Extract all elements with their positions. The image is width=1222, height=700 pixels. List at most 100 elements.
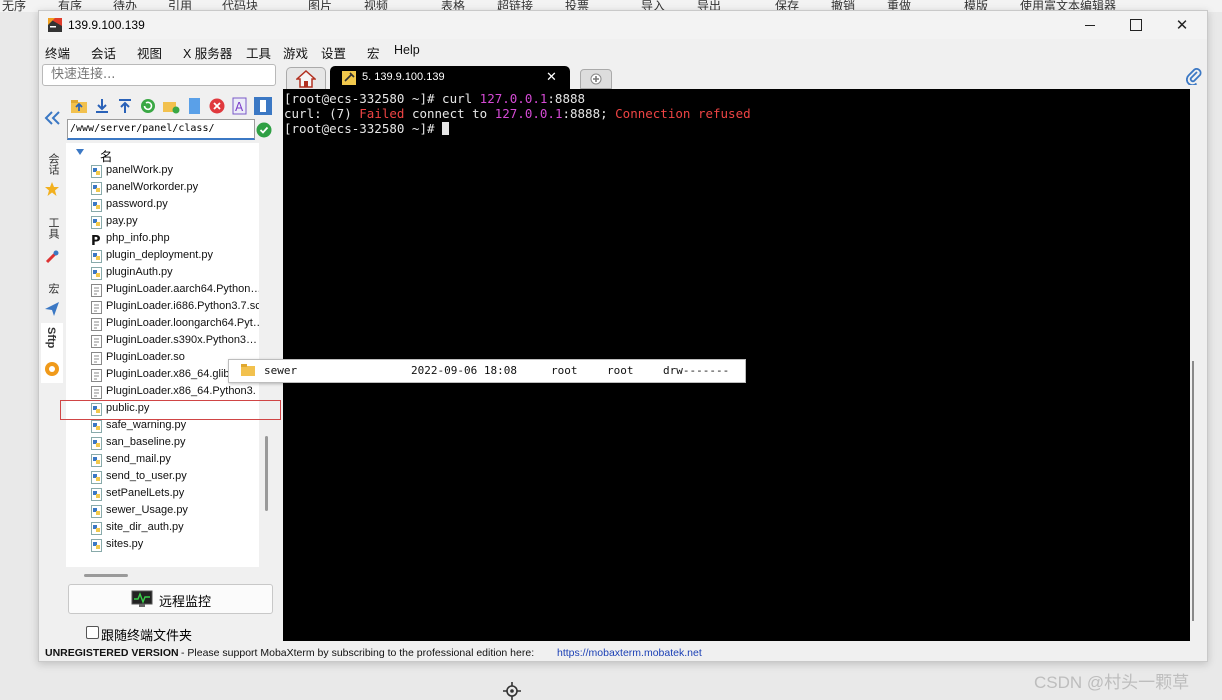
- toggle-hidden-icon[interactable]: [254, 97, 272, 115]
- unregistered-label: UNREGISTERED VERSION: [45, 647, 179, 659]
- left-sidebar: 会话 工具 宏 Sftp: [39, 99, 65, 651]
- file-row[interactable]: san_baseline.py: [66, 435, 259, 452]
- minimize-button[interactable]: [1067, 11, 1113, 39]
- crosshair-icon: [503, 682, 521, 700]
- sidebar-tab-tools[interactable]: 工具: [41, 213, 63, 269]
- file-list-horizontal-scrollbar[interactable]: [84, 574, 128, 577]
- menu-tools[interactable]: 工具: [246, 43, 271, 62]
- file-row[interactable]: password.py: [66, 197, 259, 214]
- file-row[interactable]: plugin_deployment.py: [66, 248, 259, 265]
- tooltip-date: 2022-09-06 18:08: [411, 364, 517, 377]
- monitor-icon: [131, 590, 153, 607]
- menu-settings[interactable]: 设置: [321, 43, 346, 62]
- selection-highlight: [60, 400, 281, 420]
- file-row[interactable]: PluginLoader.x86_64.Python3.: [66, 384, 259, 401]
- file-row[interactable]: PluginLoader.i686.Python3.7.sc: [66, 299, 259, 316]
- check-icon[interactable]: [256, 122, 272, 138]
- minimize-icon: [1085, 24, 1095, 26]
- follow-terminal-folder-label: 跟随终端文件夹: [101, 628, 193, 643]
- file-row[interactable]: Pphp_info.php: [66, 231, 259, 248]
- paper-plane-icon: [45, 302, 59, 316]
- file-row[interactable]: PluginLoader.loongarch64.Pyt…: [66, 316, 259, 333]
- file-row[interactable]: sewer_Usage.py: [66, 503, 259, 520]
- menu-view[interactable]: 视图: [137, 43, 162, 62]
- python-file-icon: [91, 420, 102, 433]
- file-row[interactable]: panelWork.py: [66, 163, 259, 180]
- close-icon: ✕: [1175, 17, 1189, 34]
- close-tab-icon[interactable]: ✕: [546, 69, 557, 85]
- menu-help[interactable]: Help: [394, 43, 420, 57]
- maximize-icon: [1130, 19, 1142, 31]
- home-tab[interactable]: [286, 67, 326, 90]
- remote-path-input[interactable]: [70, 121, 250, 136]
- file-row[interactable]: site_dir_auth.py: [66, 520, 259, 537]
- mobaxterm-app-icon: [48, 18, 62, 32]
- title-bar[interactable]: 139.9.100.139 ✕: [39, 11, 1207, 39]
- file-name: panelWorkorder.py: [106, 181, 199, 193]
- php-file-icon: P: [91, 234, 101, 246]
- binary-file-icon: [91, 318, 102, 331]
- file-row[interactable]: PluginLoader.s390x.Python3…: [66, 333, 259, 350]
- download-icon[interactable]: [93, 97, 111, 115]
- terminal-text: connect to: [404, 106, 495, 121]
- python-file-icon: [91, 267, 102, 280]
- sidebar-tab-sftp[interactable]: Sftp: [41, 323, 63, 383]
- home-icon: [296, 70, 316, 88]
- tooltip-owner: root: [551, 364, 578, 377]
- new-tab-button[interactable]: [580, 69, 612, 89]
- menu-games[interactable]: 游戏: [283, 43, 308, 62]
- remote-monitor-button[interactable]: 远程监控: [68, 584, 273, 614]
- file-row[interactable]: setPanelLets.py: [66, 486, 259, 503]
- binary-file-icon: [91, 335, 102, 348]
- parent-folder-icon[interactable]: [70, 97, 88, 115]
- delete-icon[interactable]: [208, 97, 226, 115]
- file-name: PluginLoader.so: [106, 351, 185, 363]
- menu-terminal[interactable]: 终端: [45, 43, 70, 62]
- rename-icon[interactable]: A: [231, 97, 249, 115]
- file-row[interactable]: sites.py: [66, 537, 259, 554]
- follow-terminal-folder-checkbox[interactable]: [86, 626, 99, 639]
- file-name: PluginLoader.aarch64.Python…: [106, 283, 259, 295]
- menu-macros[interactable]: 宏: [367, 43, 380, 62]
- terminal-error-message: Connection refused: [615, 106, 751, 121]
- new-file-icon[interactable]: [185, 97, 203, 115]
- file-list[interactable]: 名 panelWork.py panelWorkorder.py password.…: [66, 143, 259, 567]
- path-box: [67, 119, 255, 140]
- terminal-scrollbar[interactable]: [1192, 361, 1194, 621]
- mobatek-link[interactable]: https://mobaxterm.mobatek.net: [557, 647, 702, 659]
- close-button[interactable]: ✕: [1159, 11, 1205, 39]
- file-name: pay.py: [106, 215, 138, 227]
- file-row[interactable]: send_to_user.py: [66, 469, 259, 486]
- file-row[interactable]: pluginAuth.py: [66, 265, 259, 282]
- menu-session[interactable]: 会话: [91, 43, 116, 62]
- paperclip-icon[interactable]: [1186, 67, 1202, 85]
- python-file-icon: [91, 250, 102, 263]
- session-tabs: 5. 139.9.100.139 ✕: [286, 65, 1206, 90]
- sort-arrow-icon: [76, 149, 84, 155]
- refresh-icon[interactable]: [139, 97, 157, 115]
- drag-file-tooltip: sewer 2022-09-06 18:08 root root drw----…: [228, 359, 746, 383]
- file-row[interactable]: pay.py: [66, 214, 259, 231]
- collapse-sidebar-icon[interactable]: [43, 111, 61, 125]
- upload-icon[interactable]: [116, 97, 134, 115]
- quick-connect-box: [42, 64, 276, 86]
- file-row[interactable]: PluginLoader.aarch64.Python…: [66, 282, 259, 299]
- file-row[interactable]: safe_warning.py: [66, 418, 259, 435]
- terminal-text: curl: (7): [284, 106, 360, 121]
- terminal-line: [root@ecs-332580 ~]#: [284, 121, 450, 136]
- maximize-button[interactable]: [1113, 11, 1159, 39]
- file-row[interactable]: panelWorkorder.py: [66, 180, 259, 197]
- file-list-vertical-scrollbar[interactable]: [265, 436, 268, 511]
- menu-x-server[interactable]: X 服务器: [183, 43, 232, 62]
- file-row[interactable]: send_mail.py: [66, 452, 259, 469]
- sidebar-tab-sessions[interactable]: 会话: [41, 149, 63, 201]
- file-name: pluginAuth.py: [106, 266, 173, 278]
- sidebar-tab-macros[interactable]: 宏: [41, 279, 63, 321]
- column-header-name[interactable]: 名: [66, 143, 259, 164]
- file-name: send_mail.py: [106, 453, 171, 465]
- quick-connect-input[interactable]: [51, 66, 269, 83]
- file-name: plugin_deployment.py: [106, 249, 214, 261]
- tab-session-5[interactable]: 5. 139.9.100.139 ✕: [330, 66, 570, 89]
- tools-icon: [45, 250, 59, 264]
- new-folder-icon[interactable]: [162, 97, 180, 115]
